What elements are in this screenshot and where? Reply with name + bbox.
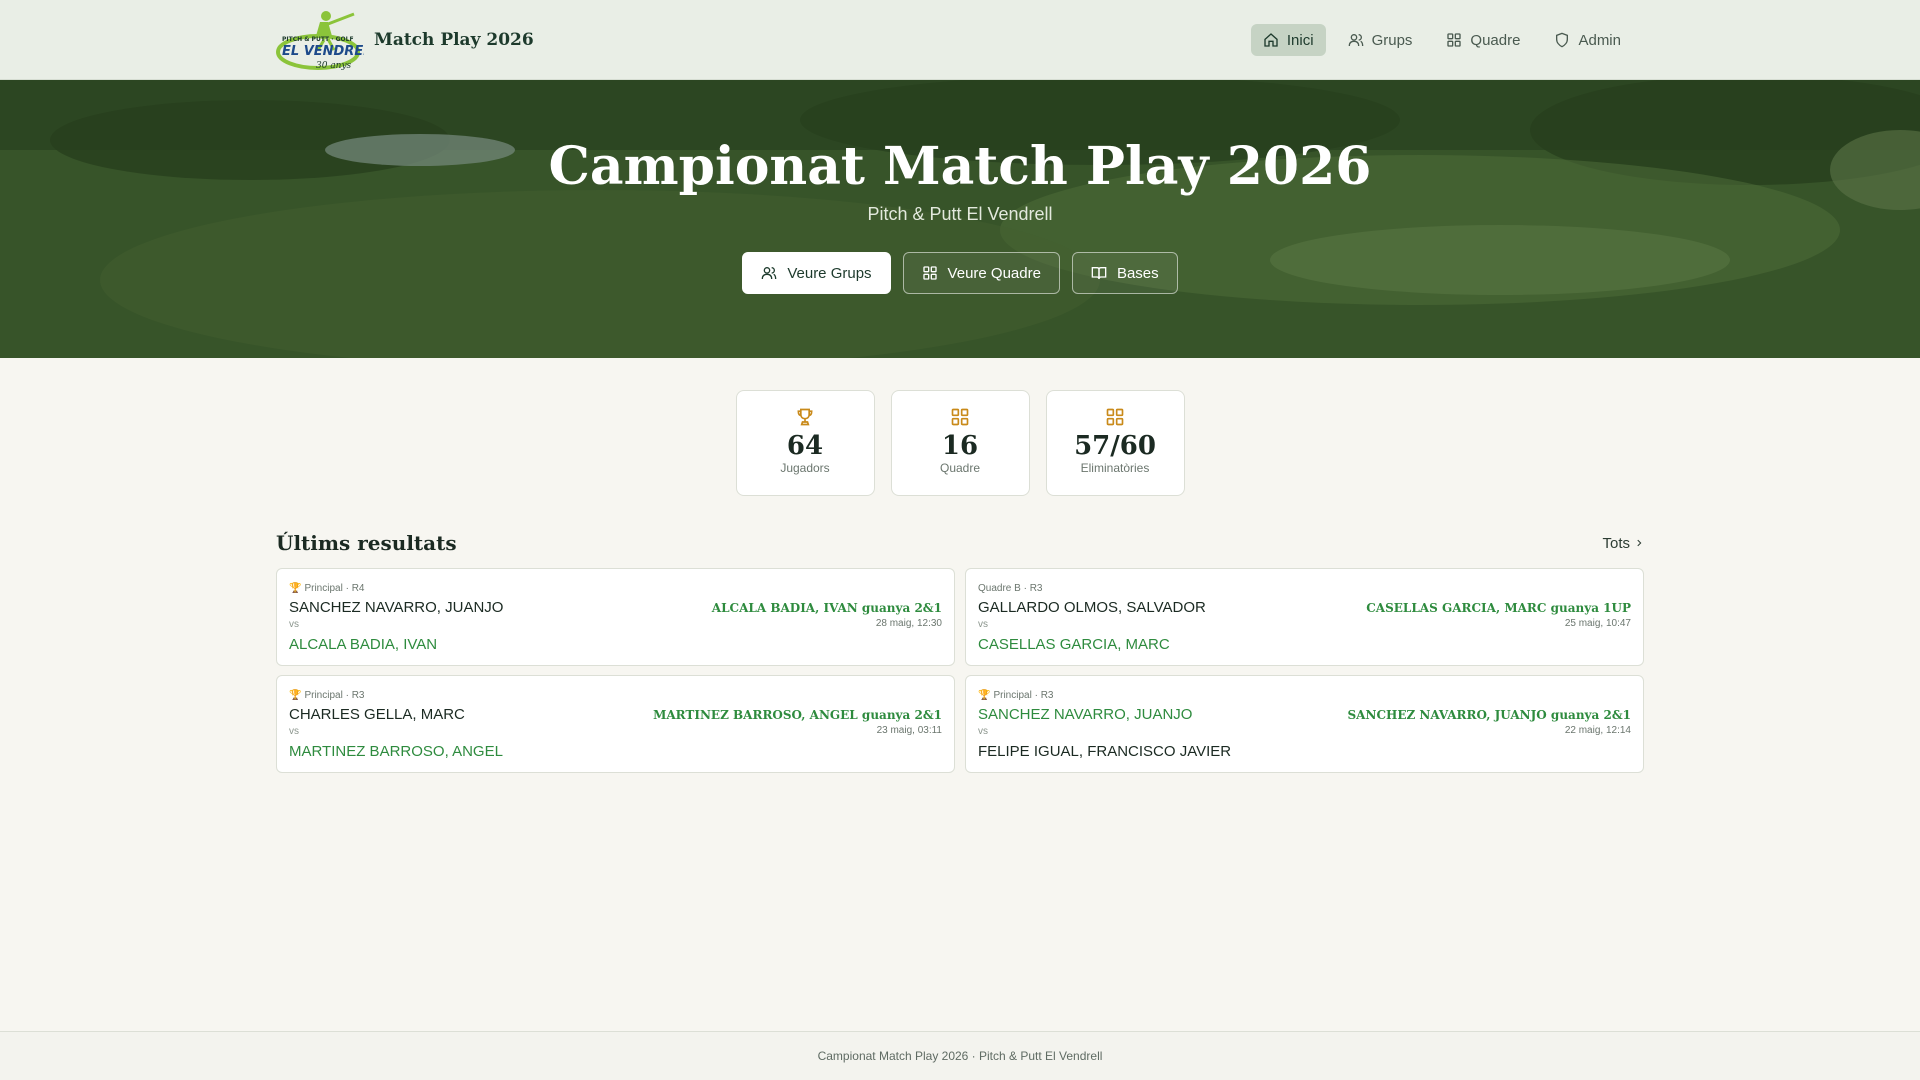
match-card[interactable]: 🏆 Principal · R3 CHARLES GELLA, MARC vs M…	[276, 675, 955, 773]
match-result: ALCALA BADIA, IVAN guanya 2&1 28 maig, 1…	[712, 601, 942, 629]
hero-banner: Campionat Match Play 2026 Pitch & Putt E…	[0, 80, 1920, 358]
result-text: ALCALA BADIA, IVAN guanya 2&1	[711, 601, 942, 615]
match-card[interactable]: 🏆 Principal · R3 SANCHEZ NAVARRO, JUANJO …	[965, 675, 1644, 773]
match-round: 🏆 Principal · R3	[978, 689, 1631, 702]
match-result: MARTINEZ BARROSO, ANGEL guanya 2&1 23 ma…	[653, 708, 942, 736]
users-icon	[1348, 34, 1363, 47]
round-label: Principal · R3	[993, 690, 1054, 701]
logo-main-text: EL VENDRELL	[282, 44, 364, 59]
result-text: SANCHEZ NAVARRO, JUANJO guanya 2&1	[1347, 708, 1632, 722]
stat-value: 16	[941, 431, 979, 461]
button-label: Bases	[1116, 264, 1159, 282]
result-date: 28 maig, 12:30	[875, 618, 942, 629]
page-footer: Campionat Match Play 2026 · Pitch & Putt…	[0, 1031, 1920, 1080]
top-navbar: PITCH & PUTT · GOLF EL VENDRELL 30 anys …	[0, 0, 1920, 80]
grid-icon	[922, 266, 937, 280]
trophy-icon: 🏆	[978, 690, 991, 701]
nav-item-inici[interactable]: Inici	[1250, 24, 1326, 56]
match-card[interactable]: Quadre B · R3 GALLARDO OLMOS, SALVADOR v…	[965, 568, 1644, 666]
stat-value: 64	[786, 431, 824, 461]
hero-title: Campionat Match Play 2026	[548, 136, 1372, 197]
match-result: SANCHEZ NAVARRO, JUANJO guanya 2&1 22 ma…	[1348, 708, 1632, 736]
grid-icon	[1447, 33, 1462, 47]
match-round: 🏆 Principal · R4	[289, 582, 942, 595]
nav-label: Grups	[1371, 31, 1413, 49]
grid-icon	[1106, 408, 1124, 426]
match-result: CASELLAS GARCIA, MARC guanya 1UP 25 maig…	[1366, 601, 1631, 629]
main-nav: Inici Grups Quadre Admin	[1250, 24, 1633, 56]
nav-item-admin[interactable]: Admin	[1542, 24, 1633, 56]
club-logo: PITCH & PUTT · GOLF EL VENDRELL 30 anys	[276, 11, 364, 71]
trophy-icon	[797, 408, 813, 426]
results-grid: 🏆 Principal · R4 SANCHEZ NAVARRO, JUANJO …	[276, 568, 1644, 773]
book-icon	[1091, 267, 1107, 280]
results-header: Últims resultats Tots	[276, 528, 1644, 558]
nav-item-quadre[interactable]: Quadre	[1434, 24, 1532, 56]
result-date: 22 maig, 12:14	[1564, 725, 1631, 736]
trophy-icon: 🏆	[289, 690, 302, 701]
stat-value: 57/60	[1074, 431, 1156, 461]
stat-label: Quadre	[939, 461, 981, 475]
shield-icon	[1556, 32, 1569, 48]
view-groups-button[interactable]: Veure Grups	[742, 252, 891, 294]
view-bracket-button[interactable]: Veure Quadre	[902, 252, 1060, 294]
nav-label: Admin	[1578, 31, 1621, 49]
result-text: MARTINEZ BARROSO, ANGEL guanya 2&1	[653, 708, 942, 722]
hero-subtitle: Pitch & Putt El Vendrell	[867, 204, 1053, 224]
rules-button[interactable]: Bases	[1071, 252, 1178, 294]
result-date: 23 maig, 03:11	[876, 725, 942, 736]
trophy-icon: 🏆	[289, 583, 302, 594]
result-text: CASELLAS GARCIA, MARC guanya 1UP	[1366, 601, 1631, 615]
nav-label: Inici	[1286, 31, 1314, 49]
player-two: CASELLAS GARCIA, MARC	[978, 636, 1170, 653]
player-two: FELIPE IGUAL, FRANCISCO JAVIER	[978, 743, 1232, 760]
stat-label: Jugadors	[780, 461, 830, 475]
section-title: Últims resultats	[276, 531, 457, 555]
stat-card-players: 64 Jugadors	[735, 390, 875, 496]
match-card[interactable]: 🏆 Principal · R4 SANCHEZ NAVARRO, JUANJO …	[276, 568, 955, 666]
round-label: Principal · R4	[304, 583, 365, 594]
see-all-label: Tots	[1602, 534, 1630, 552]
round-label: Principal · R3	[304, 690, 365, 701]
stat-label: Eliminatòries	[1080, 461, 1150, 475]
brand-title: Match Play 2026	[374, 30, 534, 50]
brand[interactable]: PITCH & PUTT · GOLF EL VENDRELL 30 anys …	[276, 6, 534, 74]
round-label: Quadre B · R3	[978, 583, 1043, 594]
button-label: Veure Quadre	[947, 264, 1041, 282]
match-round: 🏆 Principal · R3	[289, 689, 942, 702]
logo-top-text: PITCH & PUTT · GOLF	[282, 36, 354, 43]
see-all-link[interactable]: Tots	[1602, 535, 1644, 552]
chevron-right-icon	[1637, 539, 1642, 547]
stat-card-bracket: 16 Quadre	[890, 390, 1030, 496]
home-icon	[1264, 33, 1278, 47]
result-date: 25 maig, 10:47	[1564, 618, 1631, 629]
nav-item-grups[interactable]: Grups	[1336, 24, 1425, 56]
users-icon	[761, 267, 777, 280]
player-two: ALCALA BADIA, IVAN	[289, 636, 438, 653]
nav-label: Quadre	[1470, 31, 1521, 49]
stat-card-knockouts: 57/60 Eliminatòries	[1045, 390, 1185, 496]
footer-text: Campionat Match Play 2026 · Pitch & Putt…	[817, 1049, 1103, 1063]
hero-actions: Veure Grups Veure Quadre Bases	[0, 252, 1920, 294]
grid-icon	[951, 408, 969, 426]
match-round: Quadre B · R3	[978, 582, 1631, 595]
player-two: MARTINEZ BARROSO, ANGEL	[289, 743, 503, 760]
stats-row: 64 Jugadors 16 Quadre 57/60 Eliminatòrie…	[0, 390, 1920, 496]
button-label: Veure Grups	[787, 264, 872, 282]
logo-sub-text: 30 anys	[316, 61, 352, 71]
